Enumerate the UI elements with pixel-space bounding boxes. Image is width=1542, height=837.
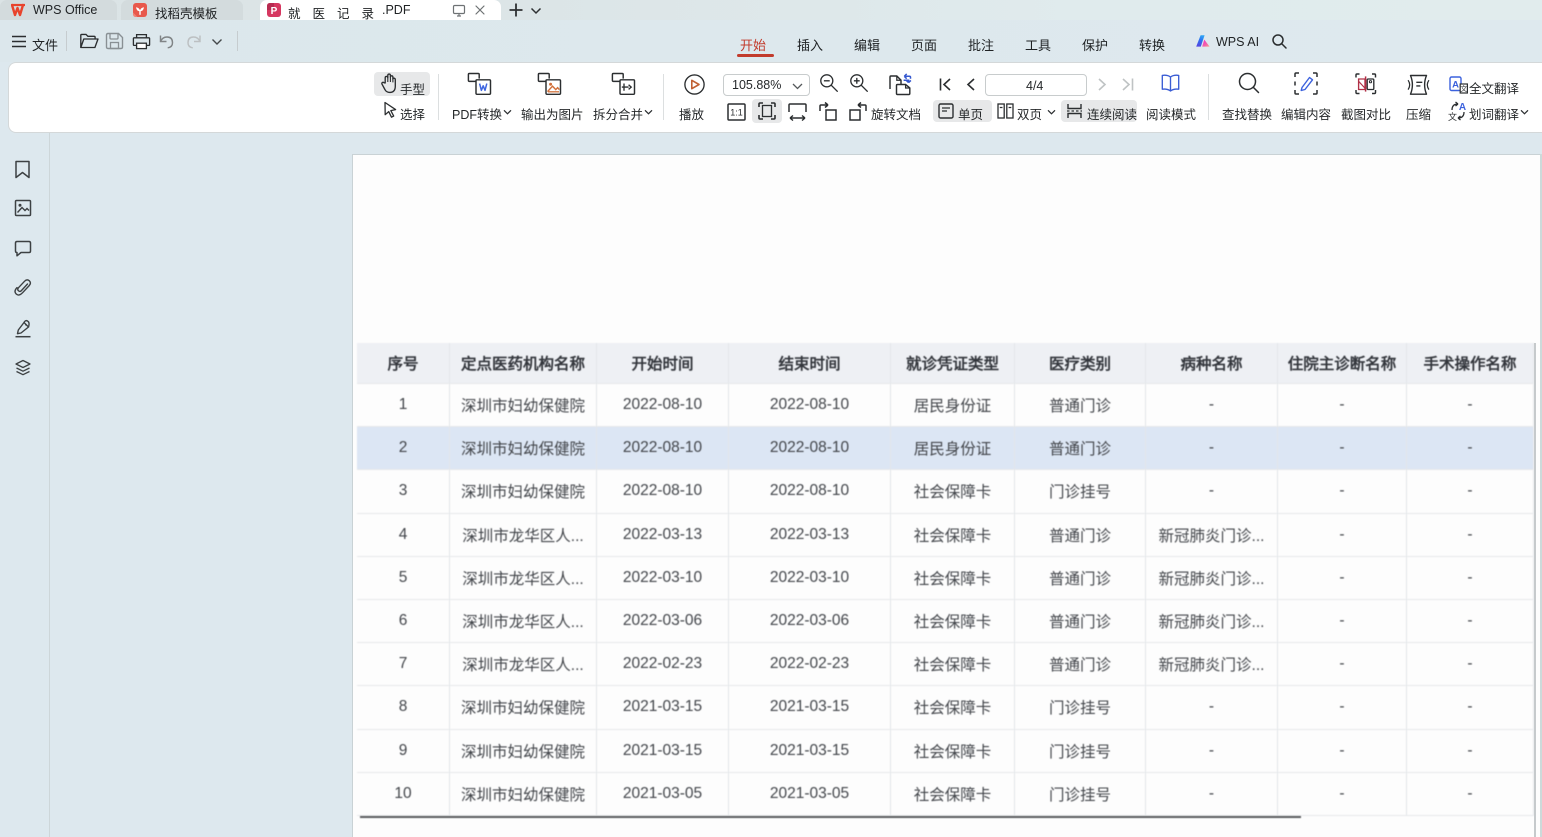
svg-text:1:1: 1:1	[730, 108, 743, 118]
svg-text:文: 文	[1460, 84, 1467, 93]
svg-text:A: A	[1452, 80, 1459, 91]
svg-text:A: A	[1459, 102, 1466, 113]
svg-text:文: 文	[1448, 111, 1457, 121]
